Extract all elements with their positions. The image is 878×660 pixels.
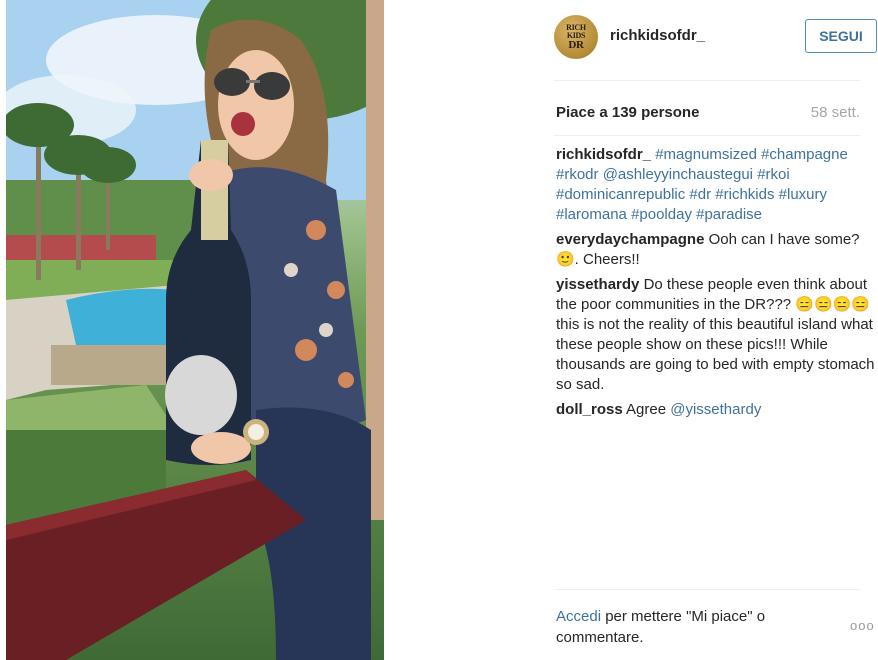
more-options-icon[interactable]: ooo: [850, 618, 875, 633]
hashtag-link[interactable]: #poolday: [631, 206, 692, 223]
hashtag-link[interactable]: @ashleyyinchaustegui: [603, 166, 753, 183]
hashtag-link[interactable]: #dominicanrepublic: [556, 186, 685, 203]
pool-water: [66, 288, 176, 352]
comment-item: doll_ross Agree @yissethardy: [556, 400, 878, 420]
login-link[interactable]: Accedi: [556, 608, 601, 625]
login-prompt: Accedi per mettere "Mi piace" o commenta…: [556, 606, 836, 648]
comment-username-link[interactable]: richkidsofdr_: [556, 146, 651, 163]
photo-illustration: [6, 0, 384, 660]
bottle-label: [165, 355, 237, 435]
divider: [554, 80, 860, 81]
comment-item: everydaychampagne Ooh can I have some? 🙂…: [556, 230, 878, 270]
hashtag-link[interactable]: #paradise: [696, 206, 762, 223]
hashtag-link[interactable]: @yissethardy: [670, 401, 761, 418]
comment-item: yissethardy Do these people even think a…: [556, 275, 878, 395]
comment-username-link[interactable]: everydaychampagne: [556, 231, 704, 248]
hashtag-link[interactable]: #rkodr: [556, 166, 599, 183]
username-link[interactable]: richkidsofdr_: [610, 27, 705, 44]
avatar-text: DR: [568, 39, 584, 51]
comment-username-link[interactable]: doll_ross: [556, 401, 623, 418]
comment-text: Agree: [626, 401, 671, 418]
comment-text: Do these people even think about the poo…: [556, 276, 875, 393]
follow-button[interactable]: SEGUI: [805, 19, 877, 53]
sunglasses: [254, 72, 290, 100]
face: [218, 50, 294, 160]
post-sidebar: RICH KIDS DR richkidsofdr_ SEGUI Piace a…: [384, 0, 878, 660]
comments-list: richkidsofdr_ #magnumsized #champagne #r…: [556, 145, 878, 425]
hashtag-link[interactable]: #magnumsized: [655, 146, 757, 163]
post-header: RICH KIDS DR richkidsofdr_ SEGUI: [554, 14, 878, 62]
hand: [191, 432, 251, 464]
hashtag-link[interactable]: #rkoi: [757, 166, 790, 183]
hashtag-link[interactable]: #dr: [689, 186, 711, 203]
hashtag-link[interactable]: #champagne: [761, 146, 848, 163]
mouth: [231, 112, 255, 136]
hashtag-link[interactable]: #richkids: [715, 186, 774, 203]
post-time[interactable]: 58 sett.: [811, 104, 860, 121]
likes-row: Piace a 139 persone 58 sett.: [554, 102, 860, 124]
pool-wall: [51, 345, 171, 385]
divider: [554, 135, 860, 136]
divider: [554, 589, 860, 590]
hand: [189, 159, 233, 191]
sunglasses: [214, 68, 250, 96]
hashtag-link[interactable]: #laromana: [556, 206, 627, 223]
comment-username-link[interactable]: yissethardy: [556, 276, 639, 293]
likes-count[interactable]: Piace a 139 persone: [556, 104, 699, 121]
post-photo[interactable]: [6, 0, 384, 660]
avatar[interactable]: RICH KIDS DR: [554, 15, 598, 59]
hashtag-link[interactable]: #luxury: [779, 186, 827, 203]
comment-item: richkidsofdr_ #magnumsized #champagne #r…: [556, 145, 878, 225]
